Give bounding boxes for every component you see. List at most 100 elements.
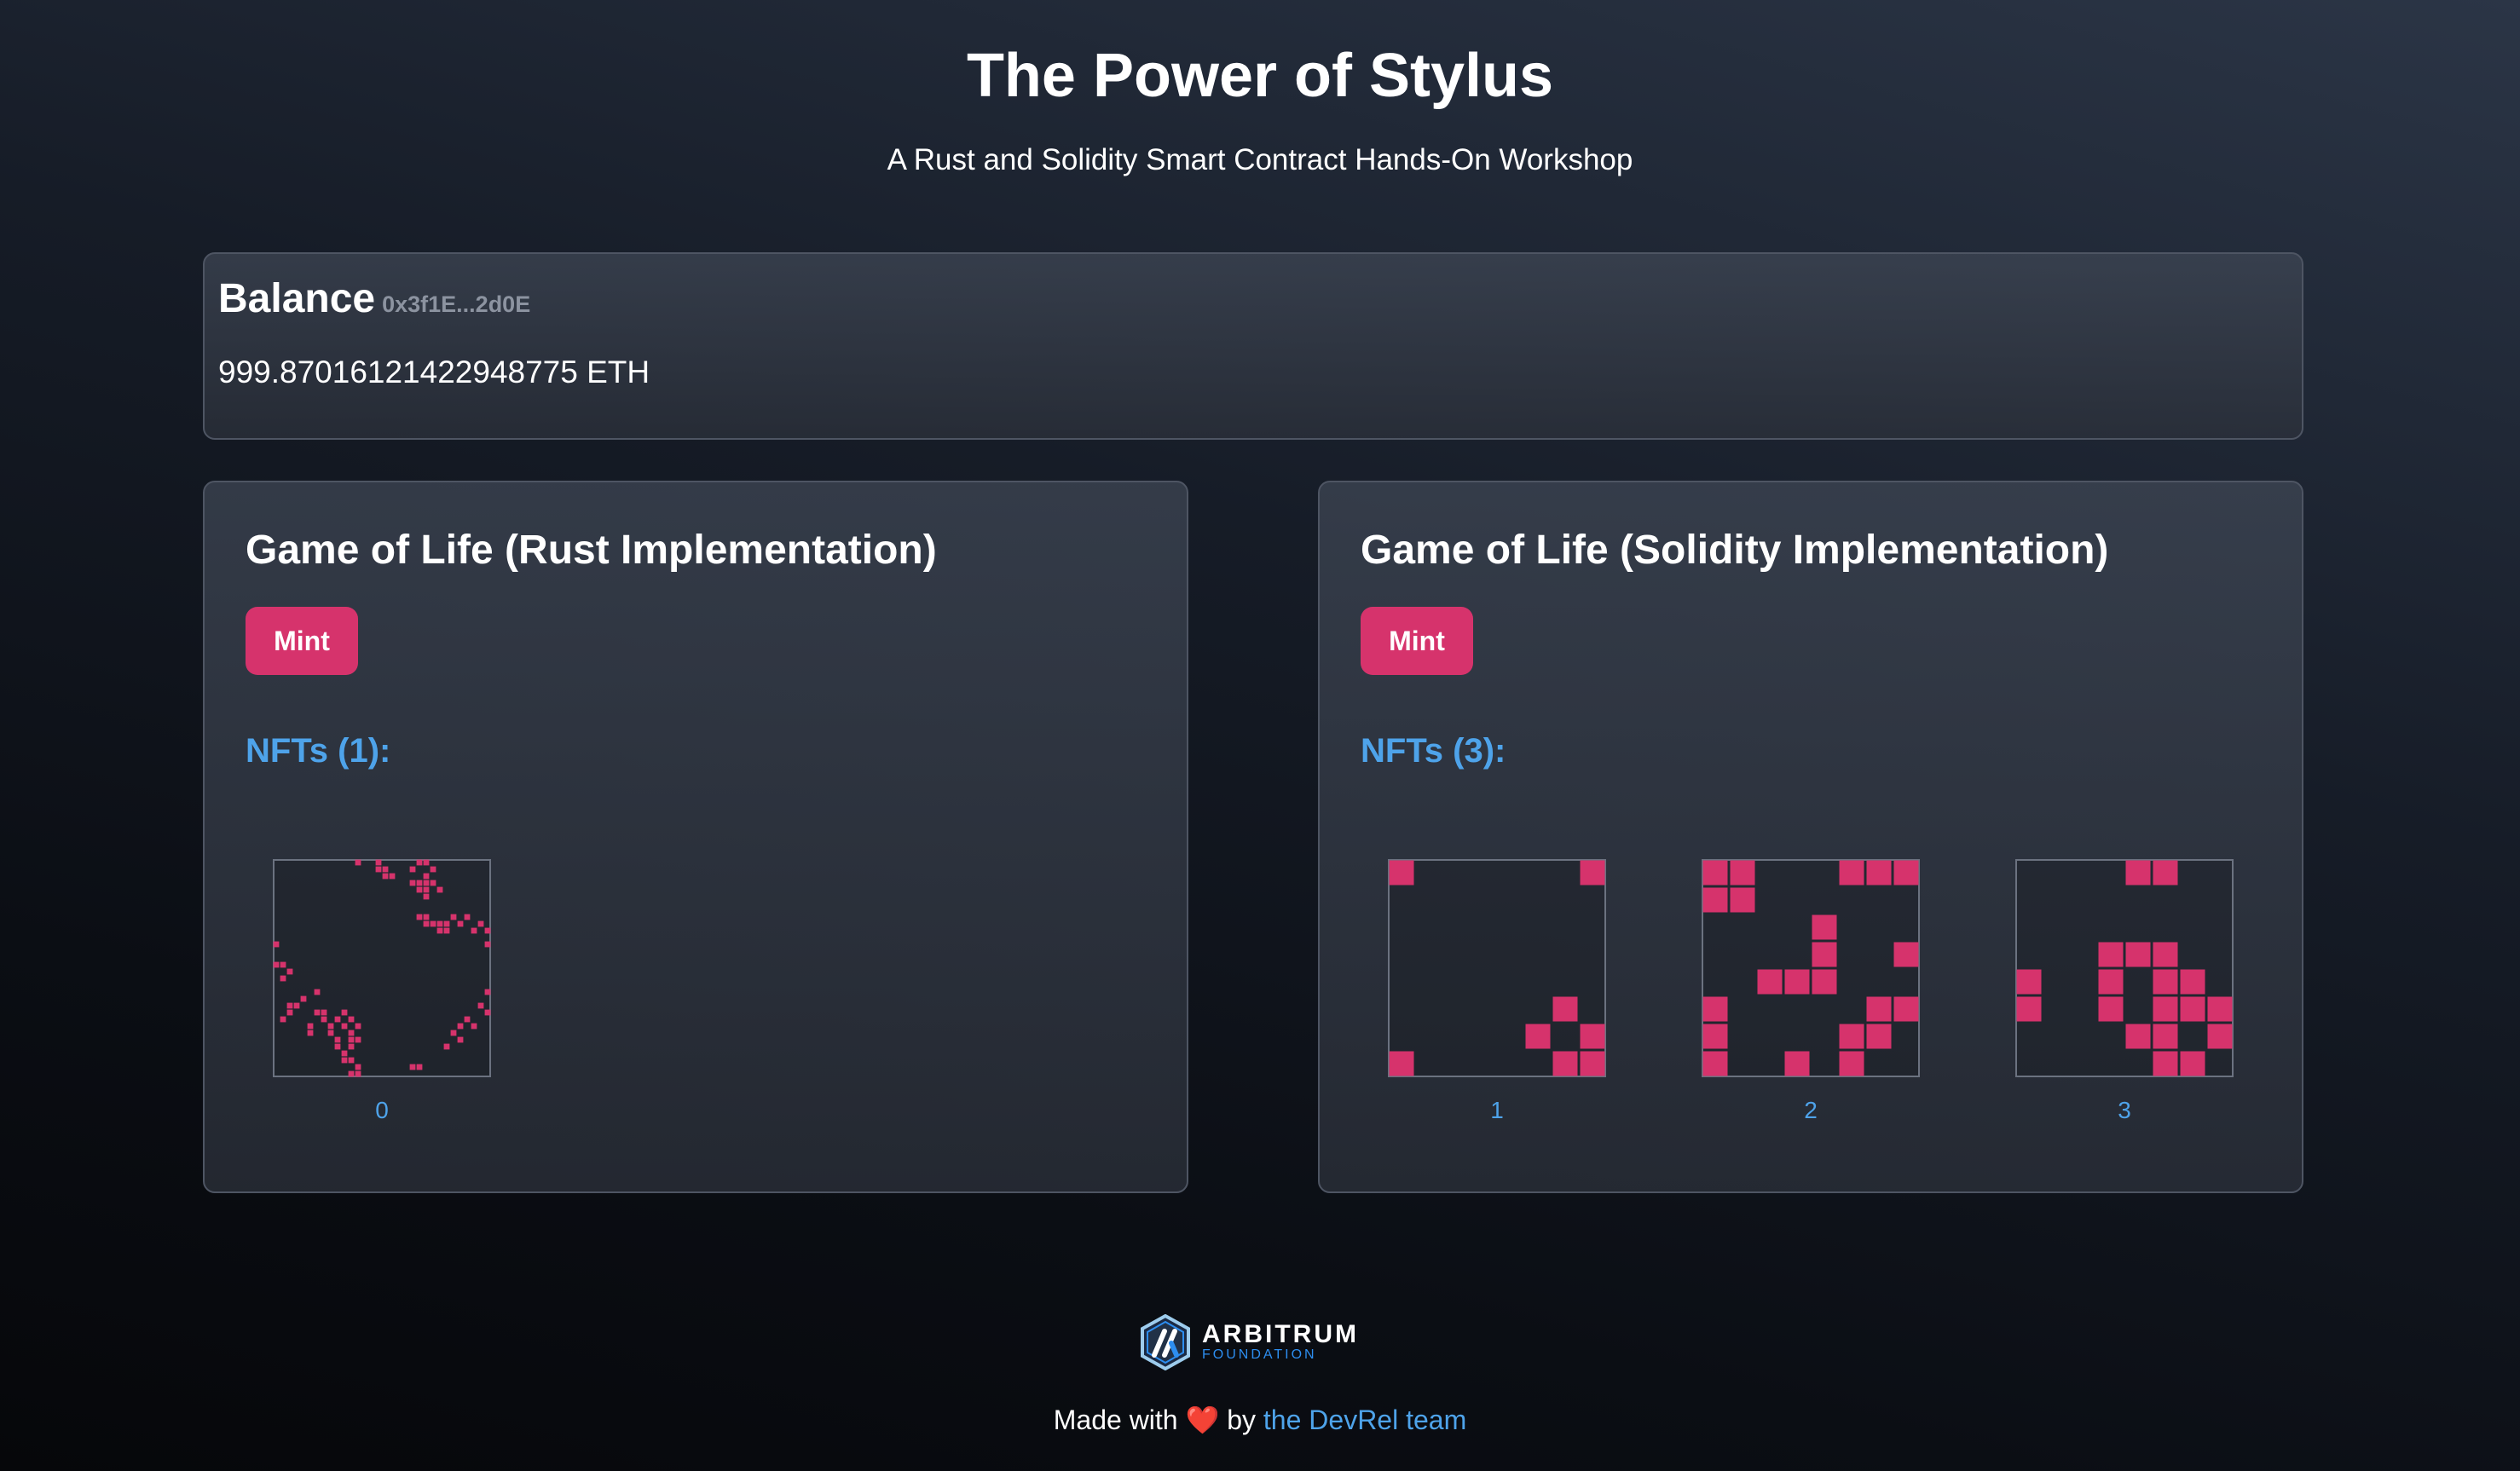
solidity-game-title: Game of Life (Solidity Implementation) — [1361, 528, 2109, 573]
nft-cell — [341, 1009, 348, 1016]
nft-cell — [273, 961, 280, 968]
balance-title: Balance — [218, 276, 376, 321]
nft-cell — [409, 1064, 416, 1070]
nft-item[interactable]: 1 — [1388, 859, 1606, 1125]
nft-cell — [464, 1016, 471, 1023]
nft-cell — [348, 1070, 355, 1077]
nft-cell — [423, 859, 430, 866]
nft-cell — [416, 1064, 423, 1070]
nft-grid-border — [273, 859, 491, 1077]
nft-cell — [1702, 887, 1728, 913]
nft-cell — [355, 859, 361, 866]
nft-id[interactable]: 2 — [1702, 1096, 1920, 1125]
nft-item[interactable]: 2 — [1702, 859, 1920, 1125]
nft-cell — [321, 1016, 327, 1023]
nft-cell — [341, 1057, 348, 1064]
nft-id[interactable]: 1 — [1388, 1096, 1606, 1125]
nft-cell — [423, 893, 430, 900]
nft-cell — [1866, 860, 1892, 885]
nft-cell — [457, 1036, 464, 1043]
nft-grid-border — [2015, 859, 2234, 1077]
nft-cell — [430, 920, 436, 927]
nft-cell — [2207, 1024, 2233, 1049]
nft-cell — [341, 1023, 348, 1030]
nft-cell — [2098, 969, 2124, 995]
nft-cell — [280, 975, 286, 982]
nft-cell — [1784, 1051, 1810, 1076]
by-text: by — [1227, 1405, 1257, 1435]
solidity-nfts-label: NFTs (3): — [1361, 732, 1506, 770]
nft-cell — [416, 859, 423, 866]
nft-cell — [382, 866, 389, 873]
nft-id[interactable]: 3 — [2015, 1096, 2234, 1125]
nft-cell — [348, 1043, 355, 1050]
nft-cell — [355, 1036, 361, 1043]
solidity-mint-button[interactable]: Mint — [1361, 607, 1473, 675]
nft-cell — [471, 927, 477, 934]
nft-id[interactable]: 0 — [273, 1096, 491, 1125]
nft-cell — [450, 914, 457, 920]
nft-cell — [348, 1016, 355, 1023]
nft-cell — [443, 1043, 450, 1050]
nft-cell — [436, 886, 443, 893]
nft-cell — [307, 1023, 314, 1030]
nft-cell — [293, 1002, 300, 1009]
devrel-team-link[interactable]: the DevRel team — [1263, 1405, 1466, 1435]
nft-cell — [409, 880, 416, 886]
page-subtitle: A Rust and Solidity Smart Contract Hands… — [887, 143, 1633, 176]
nft-cell — [1702, 996, 1728, 1022]
nft-cell — [1866, 1024, 1892, 1049]
nft-cell — [2153, 860, 2178, 885]
logo-main-text: ARBITRUM — [1202, 1320, 1359, 1348]
nft-cell — [477, 1002, 484, 1009]
wallet-address: 0x3f1E...2d0E — [382, 291, 531, 317]
nft-cell — [348, 1057, 355, 1064]
nft-cell — [355, 1023, 361, 1030]
nft-cell — [1812, 969, 1837, 995]
nft-cell — [280, 961, 286, 968]
nft-cell — [327, 1030, 334, 1036]
nft-cell — [375, 859, 382, 866]
nft-cell — [1812, 914, 1837, 940]
arbitrum-foundation-logo[interactable]: ARBITRUM FOUNDATION — [1139, 1314, 1378, 1370]
nft-cell — [2098, 942, 2124, 967]
rust-mint-button[interactable]: Mint — [246, 607, 358, 675]
nft-cell — [355, 1064, 361, 1070]
nft-cell — [1702, 1024, 1728, 1049]
nft-grid — [1702, 859, 1920, 1077]
page-title: The Power of Stylus — [966, 42, 1554, 110]
nft-grid — [2015, 859, 2234, 1077]
nft-cell — [443, 927, 450, 934]
nft-cell — [436, 920, 443, 927]
nft-grid-border — [1388, 859, 1606, 1077]
nft-cell — [457, 1023, 464, 1030]
nft-cell — [423, 914, 430, 920]
nft-cell — [443, 920, 450, 927]
arbitrum-logo-icon — [1141, 1314, 1190, 1370]
nft-cell — [355, 1070, 361, 1077]
nft-cell — [2125, 942, 2151, 967]
nft-cell — [2016, 969, 2042, 995]
nft-item[interactable]: 3 — [2015, 859, 2234, 1125]
nft-cell — [314, 1009, 321, 1016]
nft-item[interactable]: 0 — [273, 859, 491, 1125]
nft-cell — [416, 886, 423, 893]
nft-cell — [1389, 1051, 1414, 1076]
nft-cell — [348, 1036, 355, 1043]
nft-cell — [2125, 1024, 2151, 1049]
nft-cell — [1730, 887, 1755, 913]
nft-cell — [2180, 1051, 2205, 1076]
nft-cell — [2153, 1024, 2178, 1049]
nft-cell — [1893, 996, 1919, 1022]
nft-cell — [300, 995, 307, 1002]
nft-cell — [341, 1050, 348, 1057]
rust-game-card: Game of Life (Rust Implementation) Mint … — [203, 481, 1188, 1193]
nft-cell — [1552, 1051, 1578, 1076]
nft-cell — [1839, 1024, 1864, 1049]
nft-cell — [1552, 996, 1578, 1022]
nft-cell — [430, 866, 436, 873]
nft-cell — [348, 1030, 355, 1036]
nft-cell — [1730, 860, 1755, 885]
nft-cell — [334, 1016, 341, 1023]
nft-cell — [1580, 1051, 1605, 1076]
